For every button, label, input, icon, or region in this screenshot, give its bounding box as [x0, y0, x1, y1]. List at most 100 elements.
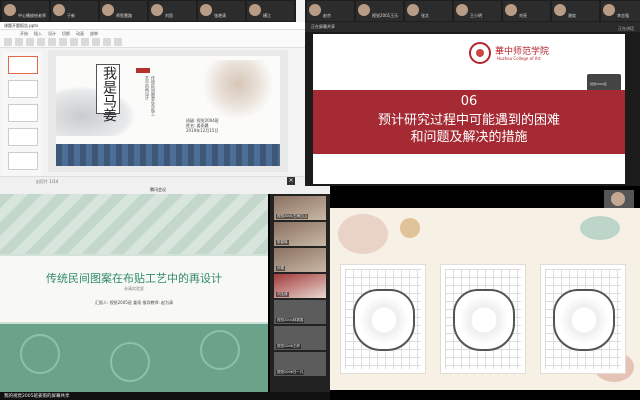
- align-icon[interactable]: [92, 38, 100, 46]
- section-number: 06: [460, 94, 478, 109]
- copy-icon[interactable]: [26, 38, 34, 46]
- new-slide-icon[interactable]: [37, 38, 45, 46]
- slide-thumbnail[interactable]: [8, 128, 38, 146]
- decorative-blob: [580, 216, 620, 240]
- slide-thumbnail[interactable]: [8, 56, 38, 74]
- participant-name: 湘奕: [568, 13, 576, 18]
- shared-slide: 传统民间图案在布贴工艺中的再设计 永清实验室 汇报人: 视觉2005班 姜雨 指…: [0, 194, 268, 392]
- circle-decoration: [20, 334, 60, 374]
- participant-tile[interactable]: 湘奕: [552, 1, 599, 21]
- paste-icon[interactable]: [4, 38, 12, 46]
- status-bar: 幻灯片 1/14 ×: [0, 176, 305, 186]
- wave-pattern: [56, 144, 280, 166]
- shared-slide: 華中师范学院 Huzhou College of Art 视觉2004班 06 …: [313, 34, 625, 184]
- artwork-sketch: [440, 264, 526, 374]
- avatar: [53, 4, 65, 16]
- circle-decoration: [200, 330, 240, 370]
- slide-thumbnail[interactable]: [8, 104, 38, 122]
- video-tile[interactable]: 张俊辉: [274, 222, 326, 246]
- tab-slideshow[interactable]: 放映: [90, 31, 98, 37]
- participant-name: 张艳清: [214, 13, 226, 18]
- participant-name: 横江: [263, 13, 271, 18]
- slide-thumbnail[interactable]: [8, 152, 38, 170]
- close-icon[interactable]: ×: [287, 177, 295, 185]
- cut-icon[interactable]: [15, 38, 23, 46]
- share-status: 我的视觉2005班姜雨的屏幕共享: [4, 394, 70, 399]
- participant-tile[interactable]: 视觉2001王乐: [356, 1, 403, 21]
- avatar: [603, 4, 615, 16]
- participant-name: 王小明: [470, 13, 482, 18]
- avatar: [611, 192, 625, 206]
- ppt-titlebar: 课题开题报告.pptx: [0, 22, 305, 30]
- participant-tile[interactable]: 于新: [51, 1, 98, 21]
- decorative-blob: [400, 218, 420, 238]
- artwork-sketch: [340, 264, 426, 374]
- participant-tile[interactable]: 李志强: [601, 1, 640, 21]
- share-footer: 我的视觉2005班姜雨的屏幕共享: [0, 392, 330, 400]
- underline-icon[interactable]: [81, 38, 89, 46]
- decorative-blob: [338, 214, 388, 254]
- video-label: 视觉2006王婷: [276, 344, 301, 349]
- participant-tile[interactable]: 中心播放给老师: [2, 1, 49, 21]
- participant-tile[interactable]: 横江: [247, 1, 294, 21]
- avatar: [407, 4, 419, 16]
- participant-name: 刘亮: [519, 13, 527, 18]
- picture-icon[interactable]: [114, 38, 122, 46]
- slide-thumbnail-panel: [2, 52, 42, 178]
- video-tile[interactable]: 孙雪: [274, 248, 326, 272]
- video-tile[interactable]: 视觉2004林振国: [274, 300, 326, 324]
- layout-icon[interactable]: [48, 38, 56, 46]
- avatar: [4, 4, 16, 16]
- bold-icon[interactable]: [59, 38, 67, 46]
- slide: 我是马姜 传统民间图案在布贴工艺中的再设计 班级: 视觉2004班 姓名: 姜雨…: [56, 56, 280, 166]
- participant-tile[interactable]: 师智慧路: [100, 1, 147, 21]
- slide-thumbnail[interactable]: [8, 80, 38, 98]
- tab-animation[interactable]: 动画: [76, 31, 84, 37]
- participant-tile[interactable]: 张艳清: [198, 1, 245, 21]
- video-label: 视觉2004林振国: [276, 318, 305, 323]
- participant-tile[interactable]: 赵京: [307, 1, 354, 21]
- participant-name: 师智慧路: [116, 13, 132, 18]
- participant-strip: 赵京 视觉2001王乐 张文 王小明 刘亮 湘奕 李志强: [305, 0, 640, 22]
- line-drawing: [353, 289, 415, 351]
- tab-design[interactable]: 设计: [48, 31, 56, 37]
- tab-transition[interactable]: 切换: [62, 31, 70, 37]
- red-seal: [136, 68, 150, 73]
- slide-canvas[interactable]: 我是马姜 传统民间图案在布贴工艺中的再设计 班级: 视觉2004班 姓名: 姜雨…: [48, 50, 288, 172]
- participant-tile[interactable]: 王小明: [454, 1, 501, 21]
- avatar: [505, 4, 517, 16]
- participant-name: 赵京: [323, 13, 331, 18]
- school-emblem-icon: [469, 42, 491, 64]
- video-label: 张俊辉: [276, 240, 289, 245]
- italic-icon[interactable]: [70, 38, 78, 46]
- video-tile[interactable]: 视觉2006王婷: [274, 326, 326, 350]
- video-tile[interactable]: 视觉2001王海江山: [274, 196, 326, 220]
- participant-name: 于新: [67, 13, 75, 18]
- shared-slide: [330, 208, 640, 390]
- slide-meta: 班级: 视觉2004班 姓名: 姜雨晨 2019年12月15日: [186, 118, 219, 133]
- video-tile[interactable]: 视觉2006汪一凡: [274, 352, 326, 376]
- section-heading: 预计研究过程中可能遇到的困难 和问题及解决的措施: [313, 112, 625, 146]
- participant-tile[interactable]: 刘思: [149, 1, 196, 21]
- avatar: [102, 4, 114, 16]
- video-tile[interactable]: 刘玉请: [274, 274, 326, 298]
- tab-insert[interactable]: 插入: [34, 31, 42, 37]
- school-name-en: Huzhou College of Art: [497, 56, 541, 61]
- ribbon-tools: [4, 38, 122, 46]
- speaking-indicator: 正在讲话: [618, 26, 634, 31]
- avatar: [358, 4, 370, 16]
- slide-title: 我是马姜: [101, 66, 117, 122]
- participant-tile[interactable]: 刘亮: [503, 1, 550, 21]
- shape-icon[interactable]: [103, 38, 111, 46]
- document-name: 课题开题报告.pptx: [4, 23, 39, 28]
- participant-name: 视觉2001王乐: [372, 13, 399, 18]
- participant-name: 张文: [421, 13, 429, 18]
- slide-subtitle: 传统民间图案在布贴工艺中的再设计: [145, 76, 156, 116]
- shared-screen-quadrant: 赵京 视觉2001王乐 张文 王小明 刘亮 湘奕 李志强 正在屏幕共享 正在讲话…: [305, 0, 640, 186]
- video-label: 孙雪: [276, 266, 285, 271]
- video-label: 视觉2001王海江山: [276, 214, 308, 219]
- participant-tile[interactable]: 张文: [405, 1, 452, 21]
- green-pattern: [0, 324, 268, 392]
- tab-home[interactable]: 开始: [20, 31, 28, 37]
- section-banner: 06 预计研究过程中可能遇到的困难 和问题及解决的措施: [313, 90, 625, 154]
